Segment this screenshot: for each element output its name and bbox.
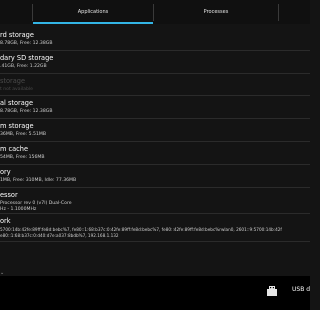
item-title: ork bbox=[0, 216, 11, 225]
item-subtitle: 36MB, Free: 5.51MB bbox=[0, 132, 46, 138]
item-subtitle: 54MB, Free: 156MB bbox=[0, 154, 45, 160]
item-title: m cache bbox=[0, 144, 29, 153]
item-subtitle-2: Hz - 1.1000MHz bbox=[0, 206, 37, 212]
list-item-usb-storage: storage t not available bbox=[0, 74, 310, 97]
list-item-system-cache[interactable]: m cache 54MB, Free: 156MB bbox=[0, 142, 310, 165]
item-subtitle: t not available bbox=[0, 86, 33, 92]
tab-selected-indicator bbox=[33, 22, 153, 24]
list-item-secondary-sd-storage[interactable]: dary SD storage .41GB, Free: 1.22GB bbox=[0, 51, 310, 74]
usb-notification-label[interactable]: USB d bbox=[292, 286, 310, 293]
tab-edge bbox=[0, 0, 32, 24]
tab-processes-label: Processes bbox=[203, 9, 229, 15]
tab-applications[interactable]: Applications bbox=[33, 0, 153, 24]
item-subtitle: 8.78GB, Free: 12.38GB bbox=[0, 41, 53, 46]
item-title: m storage bbox=[0, 122, 34, 131]
list-item-sd-storage[interactable]: rd storage 8.78GB, Free: 12.38GB bbox=[0, 28, 310, 51]
bottom-bar: USB d bbox=[0, 276, 310, 310]
tab-divider bbox=[278, 4, 279, 21]
item-title: essor bbox=[0, 190, 18, 199]
item-subtitle: 1MB, Free: 310MB, Idle: 77.36MB bbox=[0, 177, 77, 183]
item-title: storage bbox=[0, 76, 26, 85]
tab-processes[interactable]: Processes bbox=[154, 0, 278, 24]
item-subtitle-2: e80::1:68:b37c:0:d40:d7e:a037:8bdb%7, 19… bbox=[0, 232, 119, 238]
list-item-internal-storage[interactable]: al storage 8.78GB, Free: 12.38GB bbox=[0, 96, 310, 120]
tab-applications-label: Applications bbox=[77, 9, 109, 15]
item-subtitle: 8.78GB, Free: 12.38GB bbox=[0, 109, 53, 115]
storage-info-list: rd storage 8.78GB, Free: 12.38GB dary SD… bbox=[0, 28, 310, 242]
list-item-network[interactable]: ork 5700:14b:42fe:89ff:fe8d:bebc%7, fe80… bbox=[0, 214, 310, 242]
list-item-processor[interactable]: essor Processor rev 0 (v7l) Dual-Core Hz… bbox=[0, 188, 310, 214]
tab-bar: Applications Processes bbox=[0, 0, 310, 24]
usb-icon[interactable] bbox=[266, 286, 278, 296]
list-item-memory[interactable]: ory 1MB, Free: 310MB, Idle: 77.36MB bbox=[0, 165, 310, 188]
item-title: al storage bbox=[0, 99, 34, 108]
item-subtitle: .41GB, Free: 1.22GB bbox=[0, 63, 47, 69]
item-title: rd storage bbox=[0, 31, 34, 39]
item-title: ory bbox=[0, 167, 11, 176]
item-subtitle: 5700:14b:42fe:89ff:fe8d:bebc%7, fe80::1:… bbox=[0, 226, 282, 232]
item-title: dary SD storage bbox=[0, 53, 54, 62]
item-subtitle: Processor rev 0 (v7l) Dual-Core bbox=[0, 200, 72, 206]
list-item-system-storage[interactable]: m storage 36MB, Free: 5.51MB bbox=[0, 119, 310, 142]
